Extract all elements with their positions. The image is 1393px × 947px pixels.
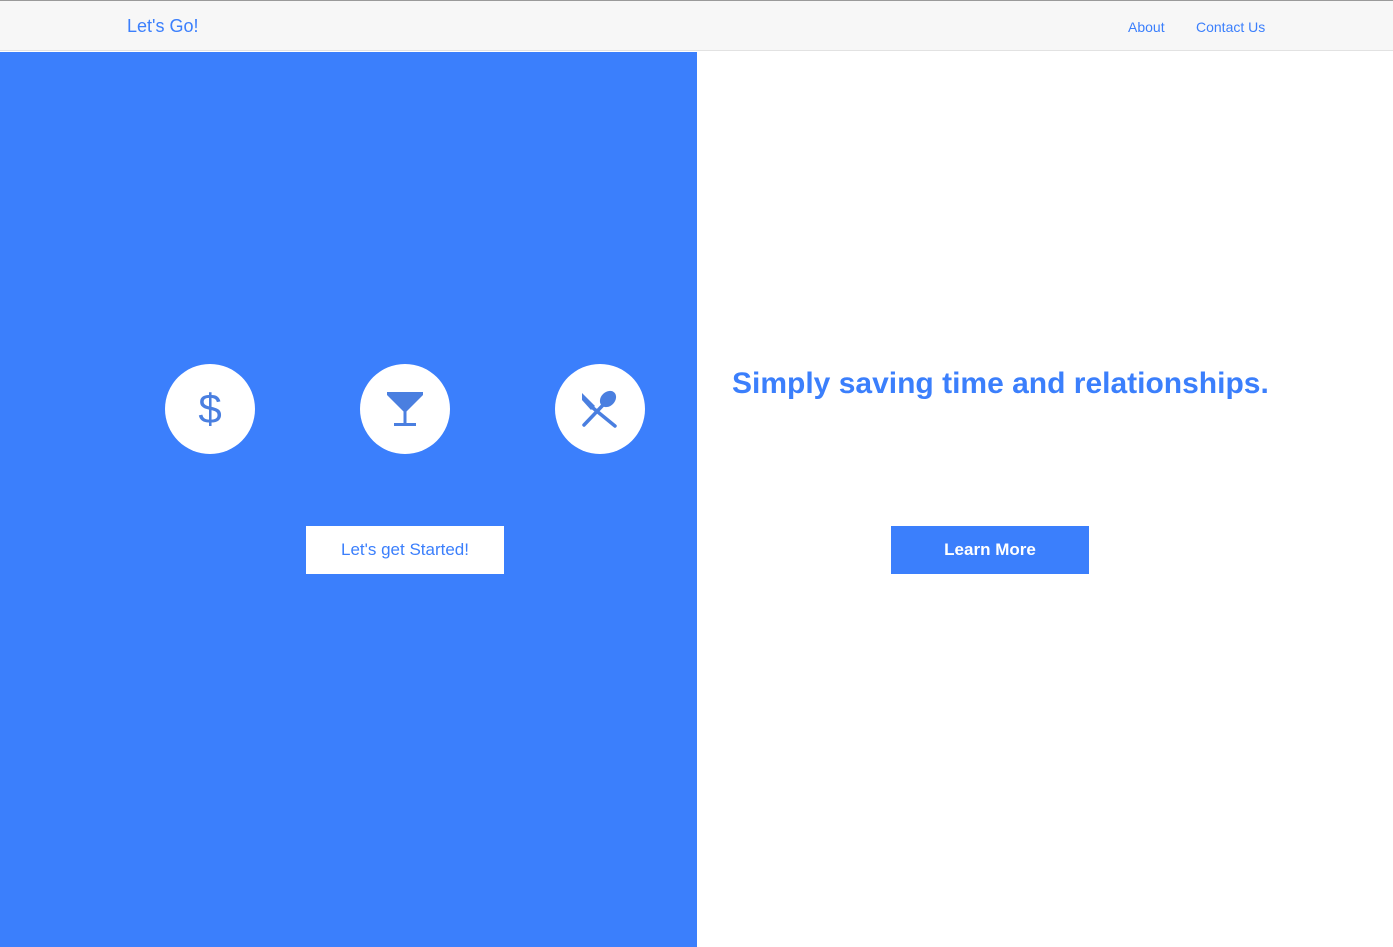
utensils-icon-circle	[555, 364, 645, 454]
nav-link-about[interactable]: About	[1128, 18, 1165, 36]
cocktail-glass-icon	[387, 392, 423, 426]
tagline-heading: Simply saving time and relationships.	[732, 367, 1269, 400]
brand-link[interactable]: Let's Go!	[127, 15, 198, 37]
cocktail-icon-circle	[360, 364, 450, 454]
utensils-icon	[582, 390, 617, 428]
dollar-icon-circle: $	[165, 364, 255, 454]
get-started-button[interactable]: Let's get Started!	[306, 526, 504, 574]
learn-more-button[interactable]: Learn More	[891, 526, 1089, 574]
hero-panel: $ Let's get Started!	[0, 52, 697, 947]
navbar: Let's Go! About Contact Us	[0, 1, 1393, 51]
dollar-icon: $	[198, 387, 221, 431]
info-panel: Simply saving time and relationships. Le…	[697, 52, 1393, 947]
svg-text:$: $	[198, 387, 221, 431]
nav-link-contact-us[interactable]: Contact Us	[1196, 18, 1265, 36]
